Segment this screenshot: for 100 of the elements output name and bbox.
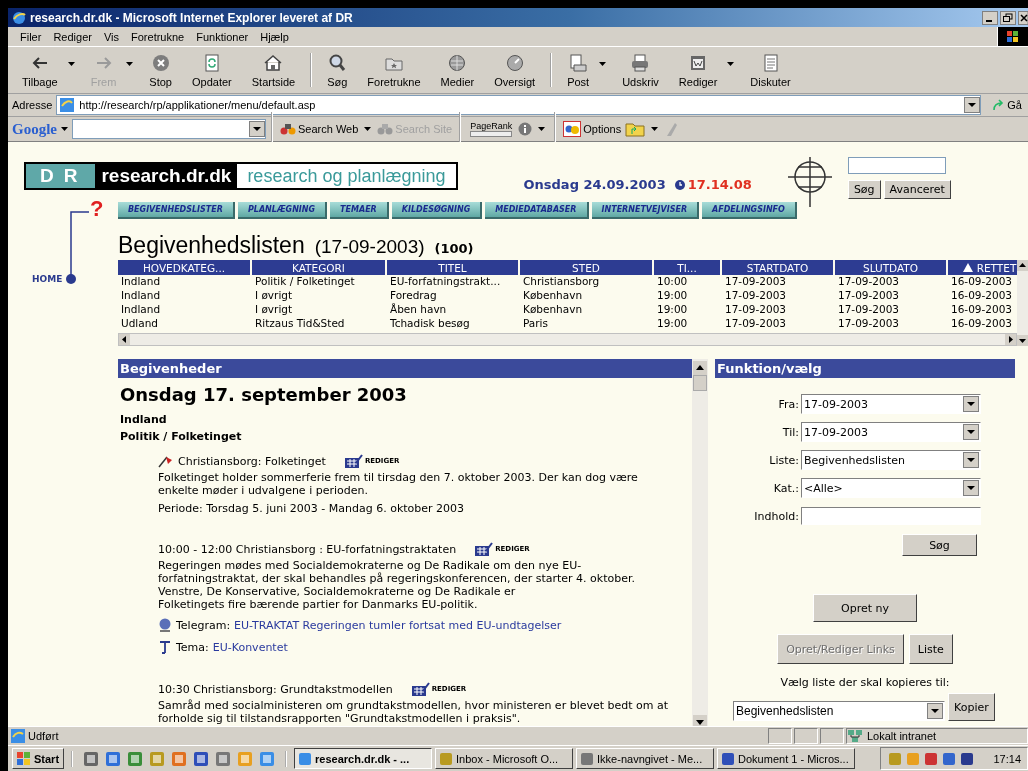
site-logo[interactable]: DR research.dr.dk research og planlægning xyxy=(24,162,458,190)
column-header[interactable]: STARTDATO xyxy=(722,260,833,275)
toolbar-button[interactable]: Stop xyxy=(139,50,182,90)
menu-item[interactable]: Funktioner xyxy=(190,30,255,43)
info-icon[interactable] xyxy=(518,122,533,136)
horizontal-scrollbar[interactable] xyxy=(118,333,1017,346)
nav-tab[interactable]: MEDIEDATABASER xyxy=(485,202,589,219)
toolbar-button[interactable]: Diskuter xyxy=(740,50,801,90)
toolbar-button[interactable]: Oversigt xyxy=(484,50,546,90)
app-icon[interactable] xyxy=(83,750,100,767)
folder-up-icon[interactable] xyxy=(625,121,646,137)
advanced-search-button[interactable]: Avanceret xyxy=(883,180,951,199)
search-field[interactable] xyxy=(847,157,946,174)
scroll-down-icon xyxy=(1017,335,1028,346)
close-icon[interactable] xyxy=(1018,10,1028,25)
panel-header: Funktion/vælg xyxy=(715,359,1015,378)
tray-icon[interactable] xyxy=(941,750,958,767)
menu-item[interactable]: Filer xyxy=(14,30,48,43)
taskbar-button[interactable]: Dokument 1 - Micros... xyxy=(717,748,856,769)
options-icon xyxy=(563,121,582,137)
taskbar-button[interactable]: research.dr.dk - ... xyxy=(294,748,433,769)
flag-icon xyxy=(158,454,174,468)
column-header[interactable]: HOVEDKATEG... xyxy=(118,260,250,275)
nav-tab[interactable]: KILDESØGNING xyxy=(391,202,483,219)
field-label: Kat.: xyxy=(772,481,800,495)
binoculars-icon xyxy=(280,122,296,136)
minimize-icon[interactable] xyxy=(982,10,998,25)
scroll-down-icon xyxy=(693,715,707,726)
column-header[interactable]: RETTET xyxy=(948,260,1017,275)
vertical-scrollbar[interactable] xyxy=(1017,260,1028,346)
mail-icon xyxy=(568,52,589,73)
column-header[interactable]: TI... xyxy=(654,260,720,275)
dropdown[interactable]: 17-09-2003 xyxy=(801,394,981,414)
dropdown[interactable]: 17-09-2003 xyxy=(801,422,981,442)
nav-tab[interactable]: TEMAER xyxy=(330,202,389,219)
column-header[interactable]: STED xyxy=(520,260,652,275)
toolbar-button[interactable]: Startside xyxy=(241,50,306,90)
menu-item[interactable]: Rediger xyxy=(47,30,98,43)
table-cell-text: Ritzaus Tid&Sted xyxy=(254,316,346,330)
table-cell-text: 17-09-2003 xyxy=(837,316,901,330)
app-icon[interactable] xyxy=(193,750,210,767)
create-button[interactable]: Opret ny xyxy=(813,594,917,622)
text-field[interactable] xyxy=(801,507,981,525)
app-icon xyxy=(580,751,595,766)
app-icon xyxy=(298,751,313,766)
options-button[interactable]: Options xyxy=(561,121,624,137)
app-icon[interactable] xyxy=(171,750,188,767)
toolbar-button[interactable]: Medier xyxy=(430,50,485,90)
toolbar-button[interactable]: Opdater xyxy=(182,50,242,90)
tray-icon[interactable] xyxy=(959,750,976,767)
search-web-button[interactable]: Search Web xyxy=(278,122,361,136)
app-icon[interactable] xyxy=(105,750,122,767)
restore-icon[interactable] xyxy=(1000,10,1016,25)
toolbar-button[interactable]: Søg xyxy=(317,50,358,90)
nav-tab[interactable]: PLANLÆGNING xyxy=(237,202,328,219)
status-text: Udført xyxy=(8,729,766,743)
toolbar-button[interactable]: Rediger xyxy=(668,50,728,90)
column-header[interactable]: SLUTDATO xyxy=(835,260,946,275)
app-icon[interactable] xyxy=(127,750,144,767)
browser-icon xyxy=(12,10,26,25)
table-cell-text: EU-forfatningstrakt... xyxy=(389,274,502,288)
list-button[interactable]: Liste xyxy=(908,634,953,664)
vertical-scrollbar[interactable] xyxy=(692,359,708,726)
app-icon[interactable] xyxy=(215,750,232,767)
dropdown[interactable]: Begivenhedslisten xyxy=(801,450,981,470)
copy-label: Vælg liste der skal kopieres til: xyxy=(779,676,951,689)
menu-item[interactable]: Foretrukne xyxy=(125,30,191,43)
search-field[interactable] xyxy=(72,119,266,139)
page-icon xyxy=(59,97,76,113)
home-link[interactable]: HOME xyxy=(32,274,63,284)
field-label: Indhold: xyxy=(753,509,800,523)
toolbar-button[interactable]: Udskriv xyxy=(612,50,669,90)
toolbar-button[interactable]: Foretrukne xyxy=(357,50,431,90)
taskbar-button[interactable]: Ikke-navngivet - Me... xyxy=(576,748,715,769)
tray-icon[interactable] xyxy=(923,750,940,767)
toolbar-button[interactable]: Post xyxy=(557,50,600,90)
search-button[interactable]: Søg xyxy=(847,180,881,199)
scroll-thumb[interactable] xyxy=(693,375,707,391)
dropdown[interactable]: Begivenhedslisten xyxy=(733,701,945,721)
column-header[interactable]: TITEL xyxy=(387,260,518,275)
app-icon[interactable] xyxy=(259,750,276,767)
panel-header: Begivenheder xyxy=(118,359,692,378)
nav-tab[interactable]: BEGIVENHEDSLISTER xyxy=(118,202,235,219)
address-field[interactable]: http://research/rp/applikationer/menu/default.asp xyxy=(56,95,982,115)
menu-item[interactable]: Hjælp xyxy=(254,30,295,43)
copy-button[interactable]: Kopier xyxy=(948,693,995,721)
menu-item[interactable]: Vis xyxy=(97,30,125,43)
related-link[interactable]: EU-TRAKTAT Regeringen tumler fortsat med EU-undtagelser xyxy=(234,618,562,632)
nav-tab[interactable]: AFDELINGSINFO xyxy=(702,202,797,219)
related-link[interactable]: EU-Konventet xyxy=(212,640,288,654)
start-button[interactable]: Start xyxy=(12,748,65,769)
help-link[interactable]: ? xyxy=(90,198,104,220)
column-header[interactable]: KATEGORI xyxy=(252,260,385,275)
search-button[interactable]: Søg xyxy=(902,534,977,556)
nav-tab[interactable]: INTERNETVEJVISER xyxy=(591,202,700,219)
taskbar-button[interactable]: Inbox - Microsoft O... xyxy=(435,748,574,769)
go-arrow-icon xyxy=(991,98,1006,112)
dropdown[interactable]: <Alle> xyxy=(801,478,981,498)
go-button[interactable]: Gå xyxy=(985,98,1028,112)
toolbar-button[interactable]: Tilbage xyxy=(12,50,68,90)
